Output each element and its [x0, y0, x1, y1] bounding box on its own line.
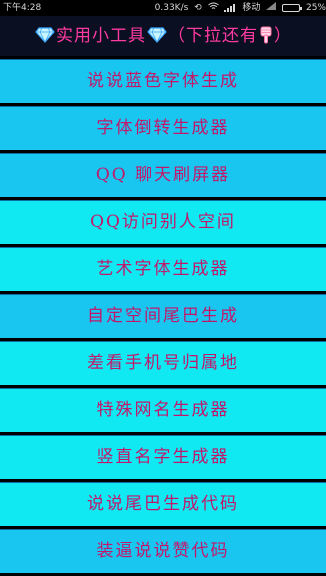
- network-speed: 0.33K/s: [154, 3, 189, 13]
- wifi-icon: [207, 0, 219, 16]
- status-bar: 下午4:28 0.33K/s ⟲ 移动 25%: [0, 0, 326, 16]
- battery-level: 25%: [305, 3, 326, 13]
- diamond-icon: [35, 27, 55, 43]
- tool-menu: 说说蓝色字体生成 字体倒转生成器 QQ 聊天刷屏器 QQ访问别人空间 艺术字体生…: [0, 59, 326, 576]
- menu-item-art-font[interactable]: 艺术字体生成器: [0, 247, 326, 291]
- menu-item-space-tail[interactable]: 自定空间尾巴生成: [0, 294, 326, 338]
- menu-item-like-code[interactable]: 装逼说说赞代码: [0, 529, 326, 573]
- diamond-icon-right: [147, 27, 167, 43]
- menu-item-chat-spammer[interactable]: QQ 聊天刷屏器: [0, 153, 326, 197]
- page-hint: （下拉还有: [168, 26, 258, 46]
- menu-item-visit-space[interactable]: QQ访问别人空间: [0, 200, 326, 244]
- menu-item-flip-font[interactable]: 字体倒转生成器: [0, 106, 326, 150]
- page-title: 实用小工具: [56, 26, 146, 46]
- pointing-hand-icon: [260, 26, 272, 44]
- menu-item-post-tail-code[interactable]: 说说尾巴生成代码: [0, 482, 326, 526]
- menu-item-blue-font[interactable]: 说说蓝色字体生成: [0, 59, 326, 103]
- sync-icon: ⟲: [194, 3, 202, 13]
- signal-icon-2: [266, 0, 277, 16]
- status-time: 下午4:28: [3, 3, 42, 13]
- menu-item-special-nickname[interactable]: 特殊网名生成器: [0, 388, 326, 432]
- page-title-bar: 实用小工具 （下拉还有 ）: [0, 16, 326, 56]
- status-right: 0.33K/s ⟲ 移动 25%: [152, 0, 326, 17]
- signal-icon: [224, 4, 236, 12]
- carrier-label: 移动: [242, 3, 261, 13]
- menu-item-vertical-name[interactable]: 竖直名字生成器: [0, 435, 326, 479]
- menu-item-phone-lookup[interactable]: 差看手机号归属地: [0, 341, 326, 385]
- page-hint-close: ）: [274, 26, 292, 46]
- battery-icon: [282, 4, 303, 12]
